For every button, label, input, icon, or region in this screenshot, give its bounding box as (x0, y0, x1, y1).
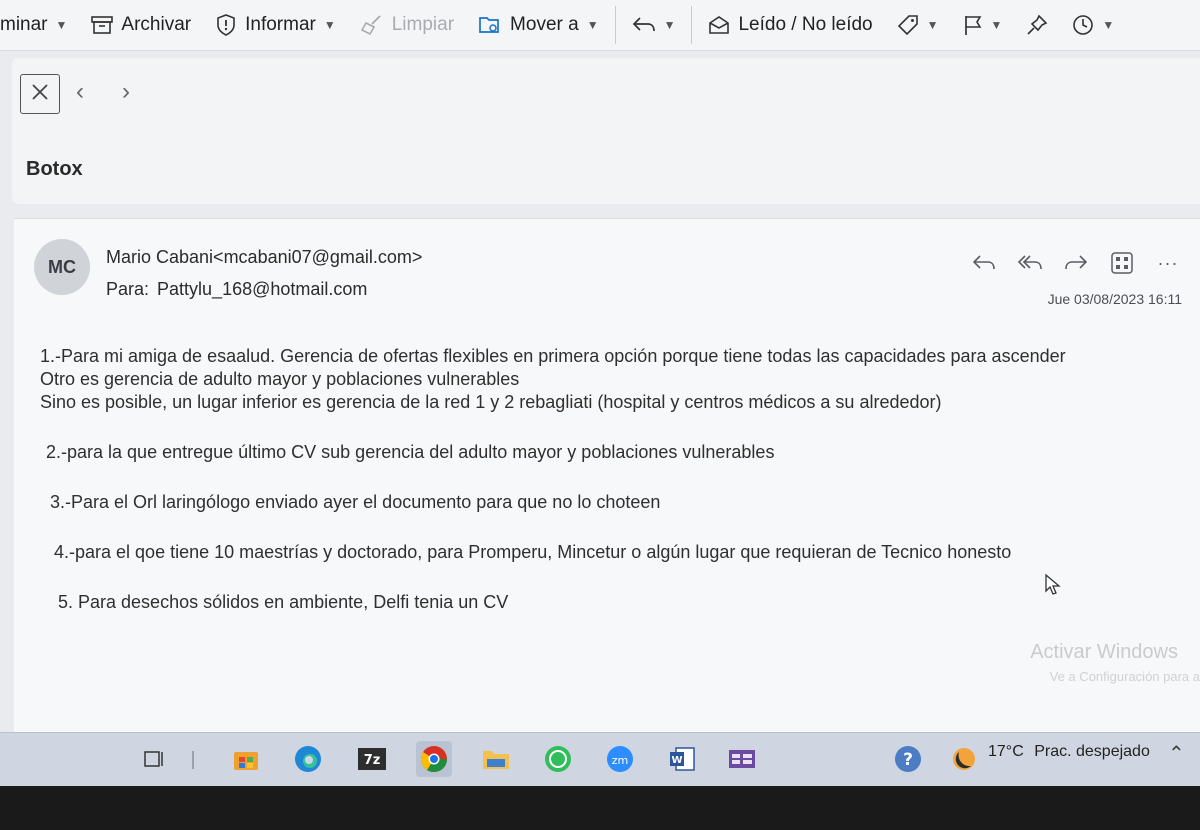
activation-watermark-title: Activar Windows (1030, 641, 1178, 663)
taskbar-divider (192, 751, 194, 769)
toolbar-divider (691, 6, 693, 44)
close-button[interactable] (20, 74, 60, 114)
weather-condition: Prac. despejado (1034, 743, 1150, 760)
next-message-icon[interactable]: › (122, 78, 130, 106)
archive-icon (91, 15, 114, 35)
close-icon (30, 82, 50, 107)
weather-icon[interactable] (946, 741, 982, 777)
forward-icon[interactable] (1062, 249, 1090, 277)
folder-move-icon (478, 14, 502, 36)
help-icon[interactable]: ? (890, 741, 926, 777)
message-body: 1.-Para mi amiga de esaalud. Gerencia de… (40, 345, 1190, 614)
chevron-down-icon[interactable]: ▼ (56, 18, 68, 32)
more-options-icon[interactable]: ··· (1154, 249, 1182, 277)
undo-button[interactable]: ▼ (620, 5, 688, 45)
flag-icon (963, 14, 983, 36)
shield-alert-icon (215, 14, 237, 36)
envelope-open-icon (708, 15, 730, 35)
pin-button[interactable] (1014, 5, 1060, 45)
chevron-down-icon[interactable]: ▼ (664, 18, 676, 32)
delete-label: minar (0, 14, 48, 35)
chevron-up-icon[interactable]: ⌃ (1168, 741, 1185, 766)
report-label: Informar (245, 14, 316, 35)
delete-button[interactable]: minar ▼ (0, 5, 79, 45)
recipient-address[interactable]: Pattylu_168@hotmail.com (157, 279, 367, 299)
email-subject: Botox (26, 158, 83, 180)
svg-text:zm: zm (612, 754, 629, 767)
clock-icon (1072, 14, 1094, 36)
read-unread-button[interactable]: Leído / No leído (696, 5, 884, 45)
archive-button[interactable]: Archivar (79, 5, 203, 45)
body-line: 5. Para desechos sólidos en ambiente, De… (58, 592, 509, 612)
windows-taskbar: 7z zm W ? 17°C Prac. despejado ⌃ (0, 732, 1200, 786)
word-icon[interactable]: W (664, 741, 700, 777)
to-label: Para: (106, 279, 150, 299)
app-grid-icon[interactable] (724, 741, 760, 777)
read-unread-label: Leído / No leído (738, 14, 873, 35)
weather-widget[interactable]: 17°C Prac. despejado (988, 743, 1150, 761)
zoom-icon[interactable]: zm (602, 741, 638, 777)
svg-text:W: W (671, 755, 682, 766)
outlook-window: minar ▼ Archivar Informar ▼ Limpiar Move… (0, 0, 1200, 786)
7zip-icon[interactable]: 7z (354, 741, 390, 777)
toolbar-divider (614, 6, 616, 44)
microsoft-store-icon[interactable] (228, 741, 264, 777)
chevron-down-icon[interactable]: ▼ (1102, 18, 1114, 32)
body-line: 3.-Para el Orl laringólogo enviado ayer … (50, 492, 661, 512)
whatsapp-icon[interactable] (540, 741, 576, 777)
mouse-cursor-icon (1044, 573, 1062, 602)
activation-watermark-subtitle: Ve a Configuración para a (1049, 669, 1200, 684)
body-line: 1.-Para mi amiga de esaalud. Gerencia de… (40, 346, 1066, 366)
chevron-down-icon[interactable]: ▼ (324, 18, 336, 32)
message-card: MC Mario Cabani<mcabani07@gmail.com> Par… (14, 218, 1200, 739)
snooze-button[interactable]: ▼ (1060, 5, 1126, 45)
move-to-button[interactable]: Mover a ▼ (466, 5, 611, 45)
body-line: 2.-para la que entregue último CV sub ge… (46, 442, 775, 462)
previous-message-icon[interactable]: ‹ (76, 78, 84, 106)
ribbon-toolbar: minar ▼ Archivar Informar ▼ Limpiar Move… (0, 0, 1200, 51)
apps-grid-icon[interactable] (1108, 249, 1136, 277)
sweep-button[interactable]: Limpiar (348, 5, 466, 45)
sent-date: Jue 03/08/2023 16:11 (1047, 291, 1182, 307)
flag-button[interactable]: ▼ (951, 5, 1015, 45)
report-button[interactable]: Informar ▼ (203, 5, 348, 45)
message-actions: ··· (970, 249, 1182, 277)
avatar[interactable]: MC (34, 239, 90, 295)
chevron-down-icon[interactable]: ▼ (927, 18, 939, 32)
archive-label: Archivar (121, 14, 192, 35)
undo-icon (632, 15, 656, 35)
recipient-line: Para: Pattylu_168@hotmail.com (106, 279, 367, 300)
sweep-label: Limpiar (391, 14, 455, 35)
file-explorer-icon[interactable] (478, 741, 514, 777)
categorize-button[interactable]: ▼ (885, 5, 951, 45)
edge-icon[interactable] (290, 741, 326, 777)
move-to-label: Mover a (510, 14, 579, 35)
reply-all-icon[interactable] (1016, 249, 1044, 277)
task-view-icon[interactable] (136, 741, 172, 777)
reading-pane-header: ‹ › Botox (12, 58, 1200, 204)
svg-text:7z: 7z (364, 753, 381, 768)
body-line: 4.-para el qoe tiene 10 maestrías y doct… (54, 542, 1012, 562)
sender[interactable]: Mario Cabani<mcabani07@gmail.com> (106, 247, 422, 268)
broom-icon (360, 14, 384, 36)
reply-icon[interactable] (970, 249, 998, 277)
svg-text:?: ? (903, 750, 913, 770)
body-line: Otro es gerencia de adulto mayor y pobla… (40, 369, 520, 389)
tag-icon (897, 14, 919, 36)
pin-icon (1026, 14, 1048, 36)
body-line: Sino es posible, un lugar inferior es ge… (40, 392, 942, 412)
weather-temperature: 17°C (988, 743, 1024, 760)
chevron-down-icon[interactable]: ▼ (991, 18, 1003, 32)
chevron-down-icon[interactable]: ▼ (587, 18, 599, 32)
chrome-icon[interactable] (416, 741, 452, 777)
